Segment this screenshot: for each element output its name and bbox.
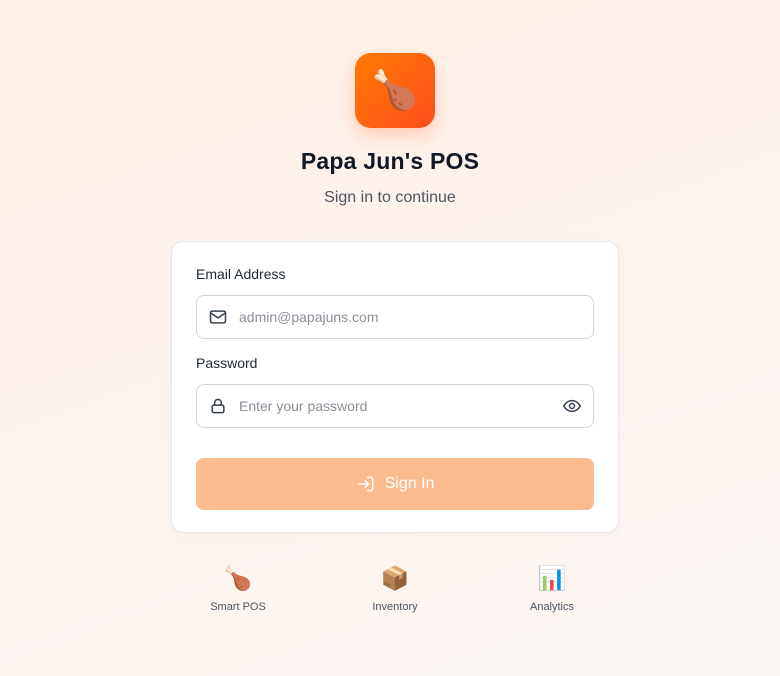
password-field-wrapper [196,384,594,428]
feature-smart-pos: 🍗 Smart POS [171,563,305,613]
feature-label: Inventory [372,601,418,613]
login-page: 🍗 Papa Jun's POS Sign in to continue Ema… [0,0,780,676]
app-title: Papa Jun's POS [300,148,480,174]
sign-in-label: Sign In [384,475,435,492]
login-form: Email Address Password [171,241,619,533]
page-subtitle: Sign in to continue [324,189,456,206]
feature-label: Analytics [529,601,575,613]
bar-chart-icon: 📊 [537,565,567,591]
feature-analytics: 📊 Analytics [485,563,619,613]
eye-icon[interactable] [551,396,593,416]
feature-inventory: 📦 Inventory [328,563,462,613]
sign-in-icon [356,474,376,494]
app-logo: 🍗 [355,53,435,128]
package-icon: 📦 [380,565,410,591]
feature-list: 🍗 Smart POS 📦 Inventory 📊 Analytics [171,563,619,623]
email-field-wrapper [196,295,594,339]
email-label: Email Address [196,266,286,282]
password-input[interactable] [239,385,551,427]
drumstick-icon: 🍗 [371,69,419,112]
email-input[interactable] [239,296,593,338]
lock-icon [197,396,239,416]
sign-in-button[interactable]: Sign In [196,458,594,510]
feature-label: Smart POS [210,601,266,613]
password-label: Password [196,355,258,371]
drumstick-icon: 🍗 [223,565,253,591]
mail-icon [197,307,239,327]
